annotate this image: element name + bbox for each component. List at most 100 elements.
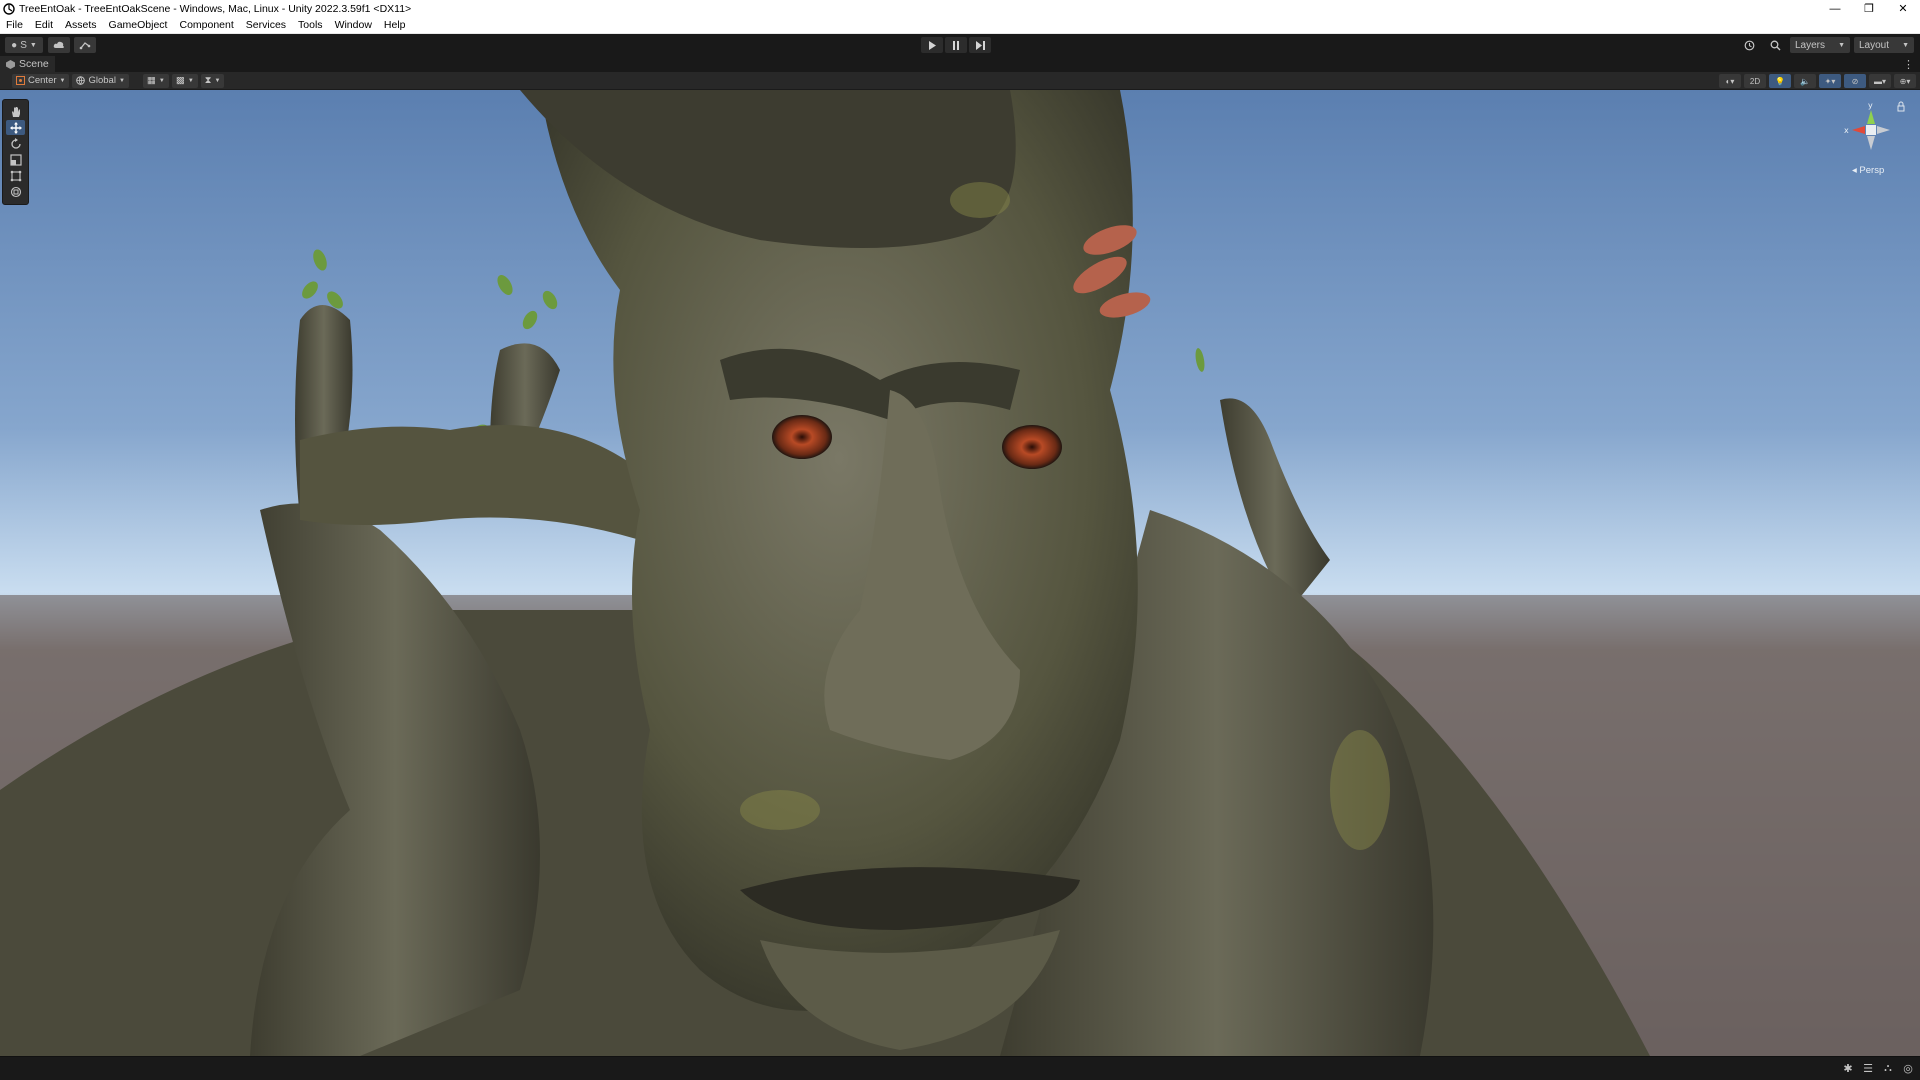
menu-services[interactable]: Services (240, 19, 292, 31)
menu-assets[interactable]: Assets (59, 19, 103, 31)
gizmo-center-cube[interactable] (1866, 125, 1876, 135)
status-indicator-icon[interactable]: ◎ (1902, 1062, 1914, 1075)
grid-visibility-dropdown[interactable]: ▦ ▼ (142, 73, 169, 88)
speaker-icon: 🔈 (1800, 76, 1810, 86)
window-title: TreeEntOak - TreeEntOakScene - Windows, … (19, 2, 412, 15)
chevron-down-icon: ▼ (214, 77, 221, 84)
history-icon (1744, 40, 1754, 50)
pivot-mode-dropdown[interactable]: Center ▼ (12, 73, 70, 88)
scene-tab-strip: Scene ⋮ (0, 56, 1920, 72)
menu-gameobject[interactable]: GameObject (103, 19, 174, 31)
gizmo-y-axis[interactable] (1867, 110, 1875, 124)
chevron-down-icon: ▼ (187, 77, 194, 84)
transform-tool-icon (10, 186, 21, 197)
play-icon (929, 40, 936, 50)
gizmo-y-label: y (1868, 101, 1873, 110)
menu-file[interactable]: File (0, 19, 29, 31)
layers-dropdown[interactable]: Layers ▼ (1790, 37, 1850, 53)
gizmo-x-axis[interactable] (1852, 126, 1865, 134)
camera-settings-dropdown[interactable]: ▬▾ (1869, 74, 1891, 88)
mode-2d-label: 2D (1749, 76, 1761, 86)
layout-dropdown[interactable]: Layout ▼ (1854, 37, 1914, 53)
scene-viewport[interactable]: ◂ Persp (0, 90, 1920, 1056)
gizmo-x-label: x (1844, 126, 1849, 135)
rotate-tool[interactable] (6, 136, 25, 151)
chevron-down-icon: ▼ (158, 77, 165, 84)
increment-snap-dropdown[interactable]: ⧗ ▼ (200, 73, 225, 88)
snap-icon: ⧗ (204, 75, 212, 86)
chevron-down-icon: ▼ (118, 77, 125, 84)
pivot-mode-label: Center (28, 75, 57, 86)
chevron-down-icon: ▼ (1838, 41, 1845, 49)
snap-increment-dropdown[interactable]: ▩ ▼ (171, 73, 198, 88)
close-button[interactable]: ✕ (1886, 0, 1920, 17)
move-tool[interactable] (6, 120, 25, 135)
scene-icon (6, 59, 15, 69)
pause-button[interactable] (945, 37, 967, 53)
hand-tool[interactable] (6, 104, 25, 119)
snap-grid-icon: ▩ (175, 75, 185, 86)
hidden-objects-toggle[interactable]: ⊘ (1844, 74, 1866, 88)
undo-history-button[interactable] (1738, 37, 1760, 53)
minimize-button[interactable]: — (1818, 0, 1852, 17)
gizmos-dropdown[interactable]: ⊕▾ (1894, 74, 1916, 88)
version-control-button[interactable] (74, 37, 96, 53)
left-eye (772, 415, 832, 459)
search-icon (1770, 40, 1780, 50)
pivot-rotation-dropdown[interactable]: Global ▼ (72, 73, 129, 88)
hand-tool-icon (11, 106, 20, 117)
step-button[interactable] (969, 37, 991, 53)
lighting-toggle[interactable]: 💡 (1769, 74, 1791, 88)
right-eye (1002, 425, 1062, 469)
globe-icon (76, 76, 86, 85)
tab-scene-label: Scene (19, 58, 49, 70)
toolbar-right: Layers ▼ Layout ▼ (1738, 37, 1914, 53)
chevron-down-icon: ▼ (1902, 41, 1909, 49)
transform-tool[interactable] (6, 184, 25, 199)
pause-icon (953, 40, 959, 50)
branch-icon (79, 42, 91, 50)
network-icon[interactable]: ⛬ (1882, 1062, 1894, 1074)
rect-tool-icon (10, 170, 21, 181)
gizmo-neg-y-axis[interactable] (1867, 136, 1875, 150)
menu-edit[interactable]: Edit (29, 19, 59, 31)
restore-button[interactable]: ❐ (1852, 0, 1886, 17)
playback-controls (921, 37, 991, 53)
chevron-down-icon: ▼ (29, 41, 37, 49)
unity-logo-icon (3, 2, 15, 15)
menu-component[interactable]: Component (173, 19, 239, 31)
step-icon (975, 40, 985, 50)
effects-dropdown[interactable]: ✦▾ (1819, 74, 1841, 88)
orientation-gizmo[interactable]: y x (1838, 100, 1908, 180)
pivot-icon (16, 76, 25, 85)
cloud-icon (53, 41, 64, 48)
layers-label: Layers (1795, 39, 1826, 51)
search-button[interactable] (1764, 37, 1786, 53)
effects-icon: ✦▾ (1824, 76, 1836, 86)
chevron-down-icon: ▼ (59, 77, 66, 84)
play-button[interactable] (921, 37, 943, 53)
menu-tools[interactable]: Tools (292, 19, 329, 31)
scale-tool[interactable] (6, 152, 25, 167)
more-options-icon[interactable]: ⋮ (1903, 58, 1914, 71)
gizmo-lock-icon[interactable] (1897, 101, 1905, 112)
account-icon: ● (11, 39, 18, 51)
tools-overlay (2, 99, 29, 205)
menu-help[interactable]: Help (378, 19, 412, 31)
draw-mode-dropdown[interactable]: ◐▾ (1719, 74, 1741, 88)
gizmo-neg-x-axis[interactable] (1877, 126, 1890, 134)
shading-icon: ◐▾ (1725, 76, 1735, 86)
scene-render[interactable] (0, 90, 1920, 1056)
audio-toggle[interactable]: 🔈 (1794, 74, 1816, 88)
rect-tool[interactable] (6, 168, 25, 183)
menu-window[interactable]: Window (329, 19, 378, 31)
tab-scene[interactable]: Scene (0, 56, 55, 72)
cloud-button[interactable] (48, 37, 70, 53)
debug-icon[interactable]: ✱ (1842, 1062, 1854, 1075)
account-dropdown[interactable]: ● S ▼ (5, 37, 43, 53)
collab-icon[interactable]: ☰ (1862, 1062, 1874, 1075)
toggle-2d-button[interactable]: 2D (1744, 74, 1766, 88)
window-controls: — ❐ ✕ (1818, 0, 1920, 17)
eye-slash-icon: ⊘ (1851, 76, 1859, 86)
lightbulb-icon: 💡 (1775, 76, 1785, 86)
